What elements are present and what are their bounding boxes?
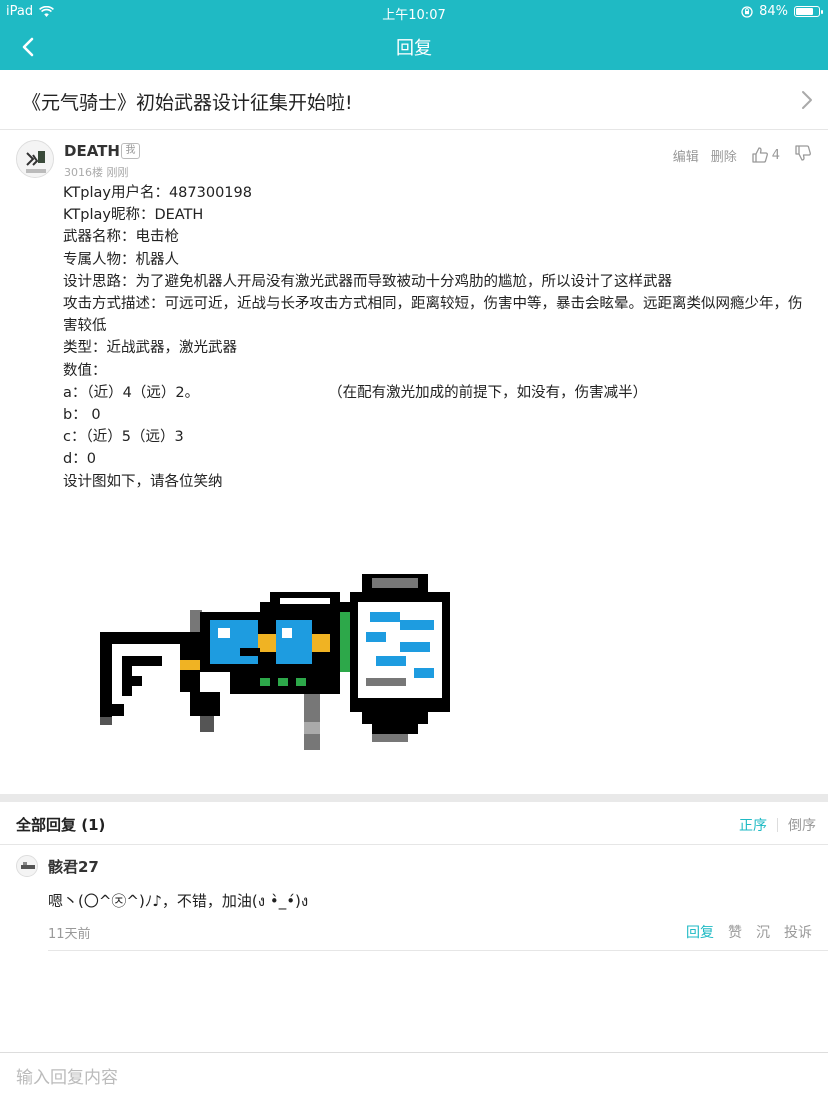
post-line-image-caption: 设计图如下，请各位笑纳 <box>63 473 223 490</box>
reply-input-bar <box>0 1052 828 1104</box>
back-button[interactable] <box>14 32 44 62</box>
topic-link[interactable]: 《元气骑士》初始武器设计征集开始啦! <box>0 70 828 130</box>
reply-divider <box>48 950 828 951</box>
sort-asc-button[interactable]: 正序 <box>739 815 767 835</box>
section-divider <box>0 794 828 802</box>
post-line-type: 类型：近战武器，激光武器 <box>63 340 237 357</box>
avatar[interactable] <box>16 140 54 178</box>
post-line-stat-b: b： 0 <box>63 407 101 424</box>
sort-toggle: 正序 倒序 <box>739 815 816 835</box>
status-bar: iPad 上午10:07 84% <box>0 0 828 24</box>
post-line-stats: 数值： <box>63 362 107 379</box>
chevron-left-icon <box>22 37 34 57</box>
reply-text: 嗯丶(〇^㉨^)ﾉ♪，不错，加油(ง •̀_•́)ง <box>48 892 309 910</box>
post-line-stat-d: d：0 <box>63 451 96 468</box>
post-line-stat-a: a：（近）4（远）2。 （在配有激光加成的前提下，如没有，伤害减半） <box>63 384 648 401</box>
status-time: 上午10:07 <box>382 8 446 23</box>
post-line-design-idea: 设计思路：为了避免机器人开局没有激光武器而导致被动十分鸡肋的尴尬，所以设计了这样… <box>63 273 672 290</box>
battery-fill <box>796 8 813 15</box>
sort-desc-button[interactable]: 倒序 <box>788 815 816 835</box>
reply-author-name[interactable]: 骸君27 <box>48 856 99 877</box>
thumbs-down-icon <box>795 145 811 161</box>
nav-bar: 回复 <box>0 24 828 70</box>
reply-actions: 回复 赞 沉 投诉 <box>686 922 812 942</box>
post-line-attack-desc: 攻击方式描述：可远可近，近战与长矛攻击方式相同，距离较短，伤害中等，暴击会眩晕。… <box>63 296 803 335</box>
chevron-right-icon <box>802 91 812 109</box>
topic-title: 《元气骑士》初始武器设计征集开始啦! <box>22 92 353 114</box>
post-line-character: 专属人物：机器人 <box>63 251 179 268</box>
thumbs-up-icon <box>752 147 768 163</box>
report-button[interactable]: 投诉 <box>784 922 812 942</box>
post-actions: 编辑 删除 4 <box>661 144 812 166</box>
battery-icon <box>794 6 823 17</box>
status-right: 84% <box>741 4 823 19</box>
avatar-image <box>17 141 53 177</box>
reply-time: 11天前 <box>48 927 91 942</box>
like-reply-button[interactable]: 赞 <box>728 922 742 942</box>
post-line-nickname: KTplay昵称：DEATH <box>63 207 204 224</box>
edit-button[interactable]: 编辑 <box>673 146 699 165</box>
replies-title: 全部回复 (1) <box>16 816 106 834</box>
like-button[interactable]: 4 <box>751 146 780 164</box>
rotation-lock-icon <box>741 5 753 18</box>
delete-button[interactable]: 删除 <box>711 146 737 165</box>
author-name[interactable]: DEATH <box>64 142 120 160</box>
post-meta: 3016楼 刚刚 <box>64 166 129 179</box>
reply-input[interactable] <box>16 1061 816 1095</box>
sort-separator <box>777 818 778 832</box>
sink-reply-button[interactable]: 沉 <box>756 922 770 942</box>
post-body: KTplay用户名：487300198 KTplay昵称：DEATH 武器名称：… <box>63 182 808 493</box>
post: DEATH 我 3016楼 刚刚 编辑 删除 4 KTplay用户名：48730… <box>0 130 828 794</box>
reply-item: 骸君27 嗯丶(〇^㉨^)ﾉ♪，不错，加油(ง •̀_•́)ง 11天前 回复 … <box>0 845 828 951</box>
post-line-stat-c: c：（近）5（远）3 <box>63 429 184 446</box>
post-line-weapon-name: 武器名称：电击枪 <box>63 229 179 246</box>
page-title: 回复 <box>396 38 432 59</box>
me-badge: 我 <box>121 143 140 159</box>
weapon-design-image[interactable] <box>100 572 452 752</box>
reply-avatar-image <box>17 856 37 876</box>
post-line-username: KTplay用户名：487300198 <box>63 185 252 201</box>
reply-button[interactable]: 回复 <box>686 922 714 942</box>
reply-avatar[interactable] <box>16 855 38 877</box>
battery-percent: 84% <box>759 4 788 19</box>
dislike-button[interactable] <box>794 144 812 166</box>
replies-header: 全部回复 (1) 正序 倒序 <box>0 802 828 845</box>
like-count: 4 <box>771 147 780 163</box>
